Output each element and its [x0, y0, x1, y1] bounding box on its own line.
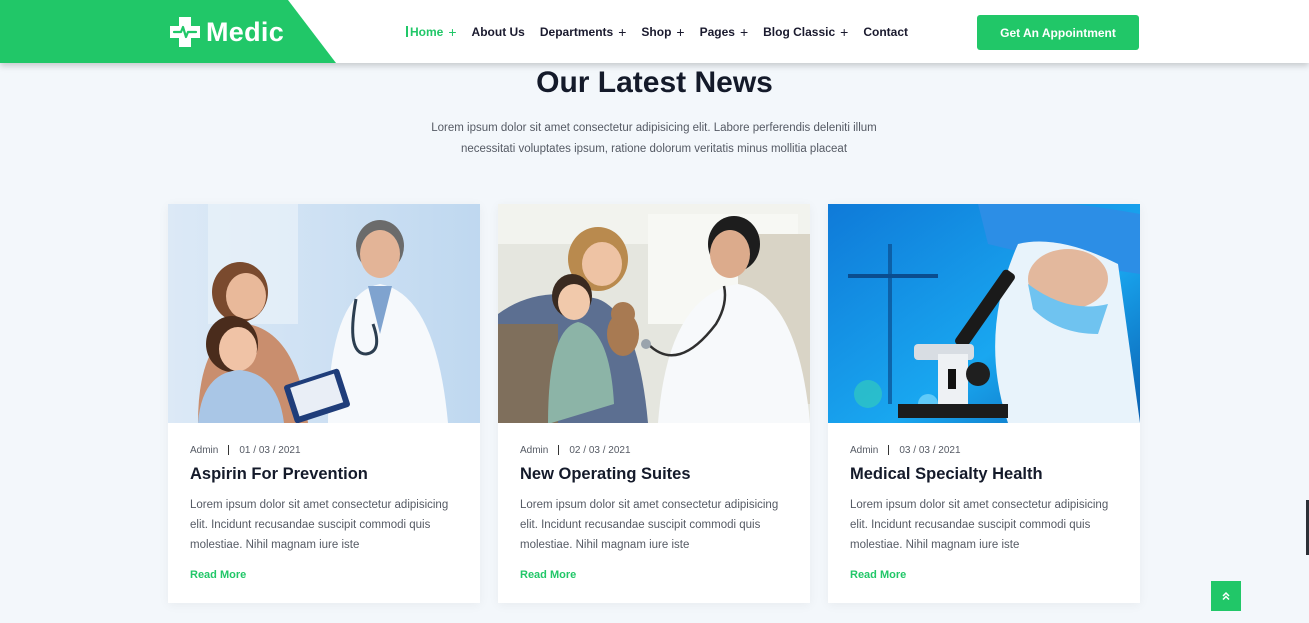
card-body: Admin 03 / 03 / 2021 Medical Specialty H…: [828, 423, 1140, 583]
post-image-scientist-microscope[interactable]: [828, 204, 1140, 423]
plus-icon: +: [840, 23, 849, 40]
brand-name: Medic: [206, 16, 285, 47]
logo-link[interactable]: Medic: [168, 15, 284, 49]
post-excerpt: Lorem ipsum dolor sit amet consectetur a…: [190, 499, 449, 551]
news-card: Admin 02 / 03 / 2021 New Operating Suite…: [498, 204, 810, 603]
nav-item-about-us[interactable]: About Us: [472, 25, 525, 39]
post-excerpt: Lorem ipsum dolor sit amet consectetur a…: [850, 499, 1109, 551]
double-chevron-up-icon: [1222, 591, 1230, 601]
nav-item-shop[interactable]: Shop +: [641, 25, 684, 39]
section-subtitle: Lorem ipsum dolor sit amet consectetur a…: [431, 122, 877, 155]
nav-item-contact[interactable]: Contact: [863, 25, 908, 39]
scroll-to-top-button[interactable]: [1211, 581, 1241, 611]
news-card: Admin 03 / 03 / 2021 Medical Specialty H…: [828, 204, 1140, 603]
read-more-link[interactable]: Read More: [520, 569, 576, 581]
card-body: Admin 01 / 03 / 2021 Aspirin For Prevent…: [168, 423, 480, 583]
post-meta: Admin 01 / 03 / 2021: [190, 444, 458, 456]
post-title[interactable]: New Operating Suites: [520, 465, 788, 484]
nav-item-departments[interactable]: Departments +: [540, 25, 627, 39]
site-header: Medic Home + About Us Departments + Shop…: [0, 0, 1309, 63]
post-image-doctor-family[interactable]: [168, 204, 480, 423]
post-meta: Admin 02 / 03 / 2021: [520, 444, 788, 456]
active-indicator: [406, 26, 408, 37]
section-title: Our Latest News: [536, 66, 773, 99]
nav-label: Home: [410, 24, 444, 39]
post-date: 03 / 03 / 2021: [899, 444, 961, 456]
plus-icon: +: [618, 23, 627, 40]
news-card: Admin 01 / 03 / 2021 Aspirin For Prevent…: [168, 204, 480, 603]
post-date: 02 / 03 / 2021: [569, 444, 631, 456]
card-body: Admin 02 / 03 / 2021 New Operating Suite…: [498, 423, 810, 583]
medical-cross-icon: [170, 17, 200, 47]
plus-icon: +: [448, 23, 457, 40]
nav-item-pages[interactable]: Pages +: [700, 25, 749, 39]
plus-icon: +: [676, 23, 685, 40]
main-nav: Home + About Us Departments + Shop + Pag…: [406, 0, 923, 63]
nav-label: Pages: [699, 24, 735, 39]
post-author[interactable]: Admin: [850, 445, 878, 456]
meta-divider: [228, 445, 230, 455]
nav-label: Blog Classic: [763, 24, 836, 39]
nav-label: Departments: [539, 24, 614, 39]
post-image-doctor-child[interactable]: [498, 204, 810, 423]
nav-label: Shop: [641, 24, 672, 39]
meta-divider: [888, 445, 890, 455]
read-more-link[interactable]: Read More: [850, 569, 906, 581]
post-excerpt: Lorem ipsum dolor sit amet consectetur a…: [520, 499, 779, 551]
meta-divider: [558, 445, 560, 455]
nav-item-home[interactable]: Home +: [406, 25, 457, 39]
post-author[interactable]: Admin: [190, 445, 218, 456]
post-title[interactable]: Aspirin For Prevention: [190, 465, 458, 484]
logo-banner: Medic: [0, 0, 336, 63]
plus-icon: +: [739, 23, 749, 40]
nav-item-blog-classic[interactable]: Blog Classic +: [763, 25, 848, 39]
post-date: 01 / 03 / 2021: [239, 444, 301, 456]
post-title[interactable]: Medical Specialty Health: [850, 465, 1118, 484]
post-author[interactable]: Admin: [520, 445, 548, 456]
nav-label: About Us: [471, 24, 525, 39]
post-meta: Admin 03 / 03 / 2021: [850, 444, 1118, 456]
nav-label: Contact: [863, 24, 909, 39]
read-more-link[interactable]: Read More: [190, 569, 246, 581]
get-appointment-button[interactable]: Get An Appointment: [977, 15, 1139, 50]
